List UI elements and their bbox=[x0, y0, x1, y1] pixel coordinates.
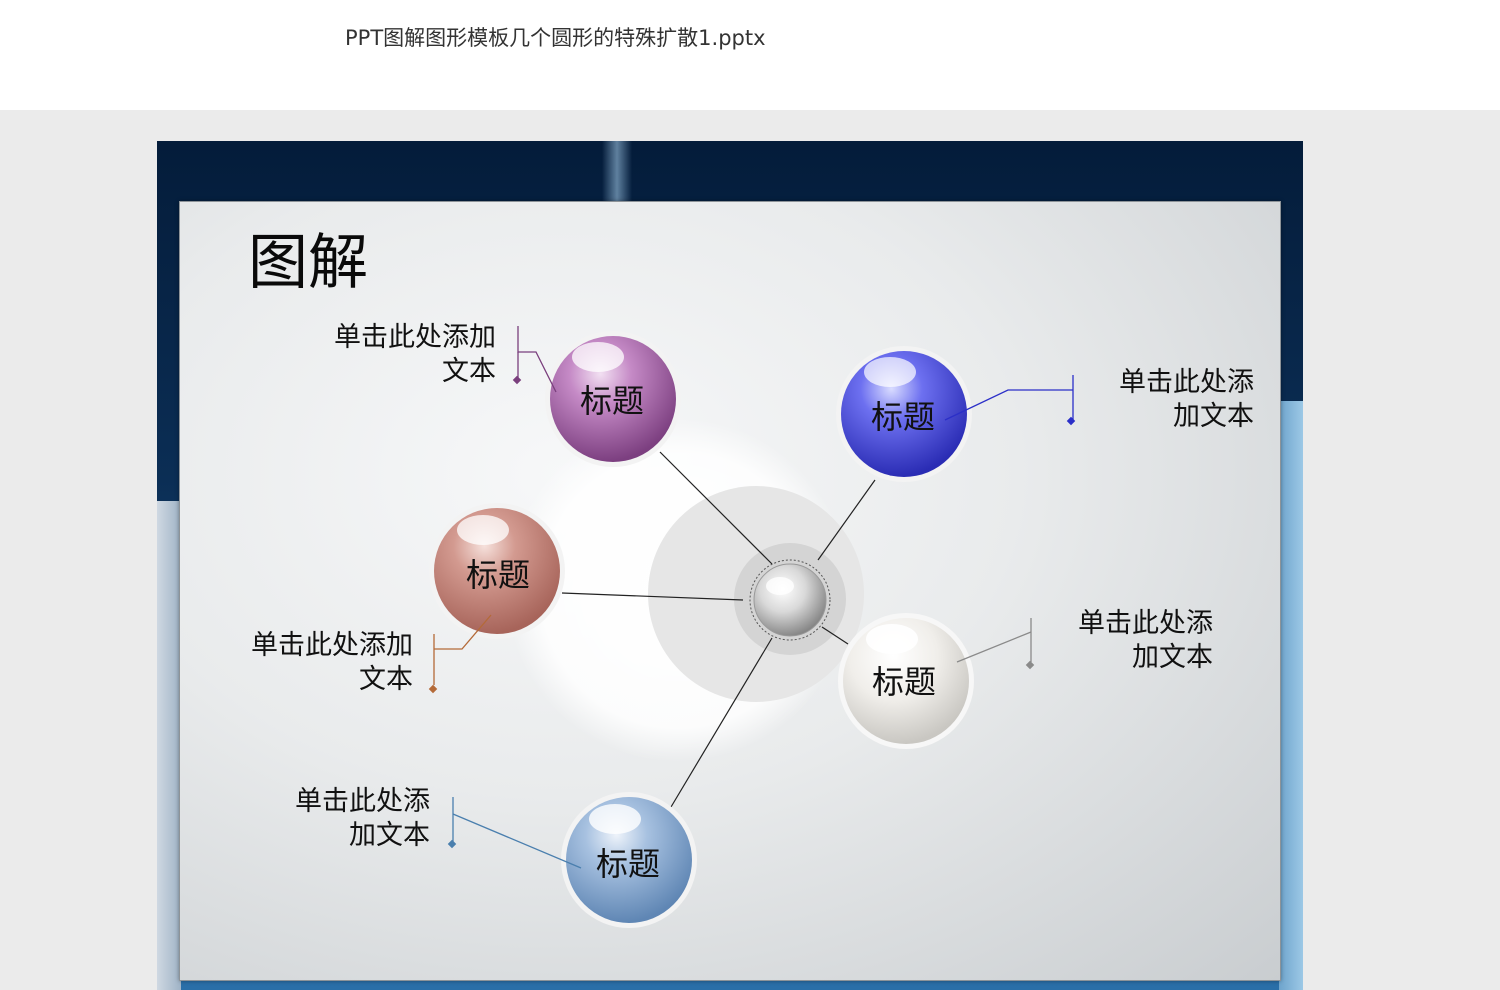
callout-line: 加文本 bbox=[1132, 642, 1213, 673]
callout-line: 单击此处添 bbox=[1078, 608, 1213, 639]
leader-marker bbox=[1025, 660, 1035, 670]
leader-marker bbox=[512, 375, 522, 385]
callout-line: 单击此处添 bbox=[1119, 367, 1254, 398]
callout-line: 文本 bbox=[359, 664, 413, 695]
callout-line: 单击此处添加 bbox=[334, 322, 496, 353]
background-light-streak bbox=[602, 141, 632, 201]
callout-text-rose[interactable]: 单击此处添加 文本 bbox=[251, 629, 413, 697]
document-title: PPT图解图形模板几个圆形的特殊扩散1.pptx bbox=[345, 26, 766, 50]
bubble-label-purple: 标题 bbox=[579, 382, 645, 420]
callout-line: 加文本 bbox=[1173, 401, 1254, 432]
diagram-panel: 图解 标题 标题 标题 标题 标题 单击此处添加 文本 单击此处添 加文本 单击… bbox=[179, 201, 1281, 981]
diagram-canvas bbox=[428, 326, 1076, 928]
leader-marker bbox=[1066, 416, 1076, 426]
background-right-edge bbox=[1279, 401, 1303, 990]
document-header: PPT图解图形模板几个圆形的特殊扩散1.pptx bbox=[0, 0, 1500, 110]
callout-text-purple[interactable]: 单击此处添加 文本 bbox=[334, 321, 496, 389]
background-left-edge bbox=[157, 501, 181, 990]
leader-marker bbox=[447, 839, 457, 849]
bubble-label-white: 标题 bbox=[871, 663, 937, 701]
callout-text-blue[interactable]: 单击此处添 加文本 bbox=[1119, 366, 1254, 434]
slide-preview[interactable]: 图解 标题 标题 标题 标题 标题 单击此处添加 文本 单击此处添 加文本 单击… bbox=[157, 141, 1303, 990]
center-sphere bbox=[753, 563, 827, 637]
callout-text-gray[interactable]: 单击此处添 加文本 bbox=[1078, 607, 1213, 675]
callout-line: 文本 bbox=[442, 356, 496, 387]
bubble-label-rose: 标题 bbox=[465, 556, 531, 594]
callout-text-steel[interactable]: 单击此处添 加文本 bbox=[295, 785, 430, 853]
bubble-label-sky: 标题 bbox=[595, 845, 661, 883]
callout-line: 单击此处添加 bbox=[251, 630, 413, 661]
bubble-label-blue: 标题 bbox=[870, 398, 936, 436]
callout-line: 单击此处添 bbox=[295, 786, 430, 817]
center-sphere-highlight bbox=[766, 577, 794, 595]
leader-marker bbox=[428, 684, 438, 694]
callout-line: 加文本 bbox=[349, 820, 430, 851]
